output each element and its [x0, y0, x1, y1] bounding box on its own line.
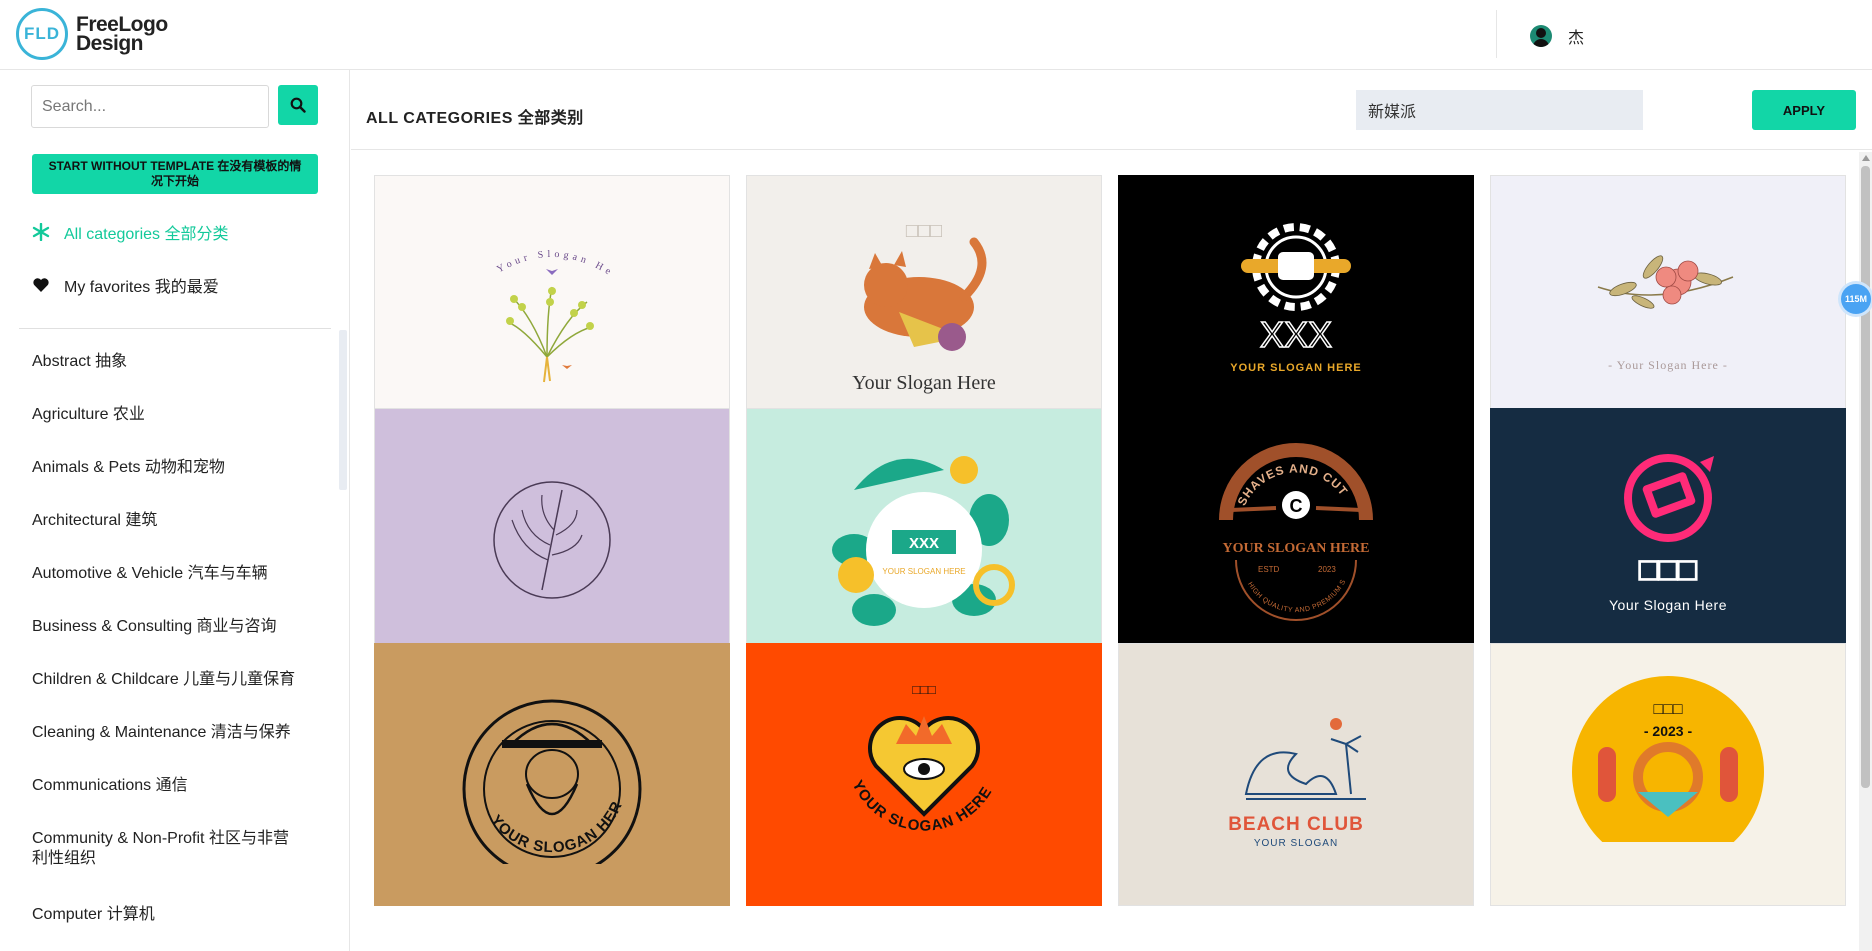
template-card[interactable]: □□□ Your Slogan Here — [1490, 408, 1846, 671]
template-card[interactable]: □□□ - 2023 - — [1490, 643, 1846, 906]
sidebar-item-all-categories[interactable]: All categories 全部分类 — [32, 220, 229, 244]
heart-icon — [32, 278, 50, 292]
heart-eye-illustration: □□□ YOUR SLOGAN HERE — [849, 682, 995, 835]
card-slogan: - Your Slogan Here - — [1608, 358, 1728, 372]
keyword-input[interactable] — [1356, 90, 1643, 130]
card-slogan: - 2023 - — [1644, 723, 1693, 739]
template-card[interactable]: Your Slogan Here — [374, 175, 730, 438]
category-item[interactable]: Agriculture 农业 — [32, 405, 302, 425]
logo-wordmark: FreeLogo Design — [76, 14, 168, 55]
svg-text:□□□: □□□ — [912, 682, 936, 697]
logo-line2: Design — [76, 32, 144, 55]
category-item[interactable]: Abstract 抽象 — [32, 352, 302, 372]
search-input[interactable] — [31, 85, 269, 128]
category-item[interactable]: Community & Non-Profit 社区与非营利性组织 — [32, 829, 294, 869]
svg-text:□□□: □□□ — [906, 220, 942, 242]
top-header: FLD FreeLogo Design 杰 — [0, 0, 1872, 70]
user-menu[interactable]: 杰 — [1530, 24, 1584, 48]
category-item[interactable]: Children & Childcare 儿童与儿童保育 — [32, 670, 302, 690]
card-slogan: YOUR SLOGAN HERE — [1230, 362, 1362, 374]
floating-badge[interactable]: 115M — [1841, 284, 1871, 314]
category-item[interactable]: Computer 计算机 — [32, 905, 302, 925]
main-header: ALL CATEGORIES 全部类别 APPLY — [351, 70, 1872, 150]
site-logo[interactable]: FLD FreeLogo Design — [16, 8, 168, 60]
hibiscus-illustration: - Your Slogan Here - — [1597, 254, 1734, 372]
category-item[interactable]: Automotive & Vehicle 汽车与车辆 — [32, 564, 302, 584]
card-slogan: Your Slogan Here — [852, 372, 996, 394]
category-item[interactable]: Business & Consulting 商业与咨询 — [32, 617, 302, 637]
apply-button[interactable]: APPLY — [1752, 90, 1856, 130]
card-slogan: YOUR SLOGAN HERE — [882, 567, 965, 576]
sidebar-item-label: All categories 全部分类 — [64, 226, 229, 243]
avatar — [1530, 25, 1552, 47]
sidebar-item-favorites[interactable]: My favorites 我的最爱 — [32, 273, 219, 297]
category-item[interactable]: Animals & Pets 动物和宠物 — [32, 458, 302, 478]
sidebar: START WITHOUT TEMPLATE 在没有模板的情况下开始 All c… — [0, 70, 350, 951]
template-card[interactable]: - Your Slogan Here - — [1490, 175, 1846, 438]
cat-illustration: □□□ Your Slogan Here — [852, 220, 996, 394]
asterisk-icon — [32, 223, 50, 241]
category-item[interactable]: Architectural 建筑 — [32, 511, 302, 531]
search-bar — [31, 85, 318, 128]
gear-fist-illustration: XXX YOUR SLOGAN HERE — [1230, 222, 1362, 374]
scroll-up-arrow-icon[interactable] — [1862, 155, 1870, 161]
category-item[interactable]: Communications 通信 — [32, 776, 302, 796]
template-card[interactable]: XXX YOUR SLOGAN HERE — [746, 408, 1102, 671]
card-slogan: BEACH CLUB — [1228, 814, 1364, 835]
template-card[interactable]: XXX YOUR SLOGAN HERE — [1118, 175, 1474, 438]
main-content: ALL CATEGORIES 全部类别 APPLY Your Slogan He… — [351, 70, 1872, 951]
category-item[interactable]: Cleaning & Maintenance 清洁与保养 — [32, 723, 302, 743]
tropical-illustration: XXX YOUR SLOGAN HERE — [832, 455, 1015, 626]
bearded-man-illustration: YOUR SLOGAN HERE — [442, 674, 642, 864]
template-card[interactable]: SHAVES AND CUT C YOUR SLOGAN HERE ESTD 2… — [1118, 408, 1474, 671]
main-scrollbar[interactable] — [1859, 152, 1872, 951]
flower-bouquet-illustration: Your Slogan Here — [452, 207, 616, 382]
template-card[interactable] — [374, 408, 730, 671]
search-icon — [290, 97, 306, 113]
card-logo-text: XXX — [1260, 314, 1332, 355]
sidebar-item-label: My favorites 我的最爱 — [64, 279, 219, 296]
beach-club-illustration: BEACH CLUB YOUR SLOGAN — [1228, 718, 1366, 849]
svg-text:C: C — [1290, 496, 1303, 516]
svg-text:Your Slogan Here: Your Slogan Here — [452, 207, 616, 279]
template-card[interactable]: □□□ YOUR SLOGAN HERE — [746, 643, 1102, 906]
template-card[interactable]: BEACH CLUB YOUR SLOGAN — [1118, 643, 1474, 906]
card-logo-text: XXX — [909, 535, 939, 552]
card-slogan: Your Slogan Here — [1609, 597, 1727, 613]
page-title: ALL CATEGORIES 全部类别 — [366, 110, 584, 127]
divider — [19, 328, 331, 329]
header-divider — [1496, 10, 1497, 58]
logo-mark: FLD — [16, 8, 68, 60]
card-slogan: YOUR SLOGAN HERE — [1222, 541, 1369, 556]
search-button[interactable] — [278, 85, 318, 125]
svg-text:□□□: □□□ — [1654, 701, 1683, 718]
laptop-illustration: □□□ Your Slogan Here — [1609, 453, 1727, 613]
card-logo-text: □□□ — [1639, 551, 1698, 587]
barber-illustration: SHAVES AND CUT C YOUR SLOGAN HERE ESTD 2… — [1186, 430, 1373, 621]
start-without-template-button[interactable]: START WITHOUT TEMPLATE 在没有模板的情况下开始 — [32, 154, 318, 194]
card-estd: ESTD — [1258, 565, 1280, 574]
template-card[interactable]: YOUR SLOGAN HERE — [374, 643, 730, 906]
card-slogan: Your Slogan Here — [452, 207, 612, 279]
pretzel-illustration: □□□ - 2023 - — [1572, 676, 1764, 842]
sidebar-scrollbar[interactable] — [339, 330, 347, 490]
scroll-thumb[interactable] — [1861, 166, 1870, 788]
card-subtitle: YOUR SLOGAN — [1254, 838, 1338, 849]
card-year: 2023 — [1318, 565, 1336, 574]
template-card[interactable]: □□□ Your Slogan Here — [746, 175, 1102, 438]
leaf-circle-illustration — [493, 480, 611, 599]
user-name: 杰 — [1568, 30, 1585, 47]
